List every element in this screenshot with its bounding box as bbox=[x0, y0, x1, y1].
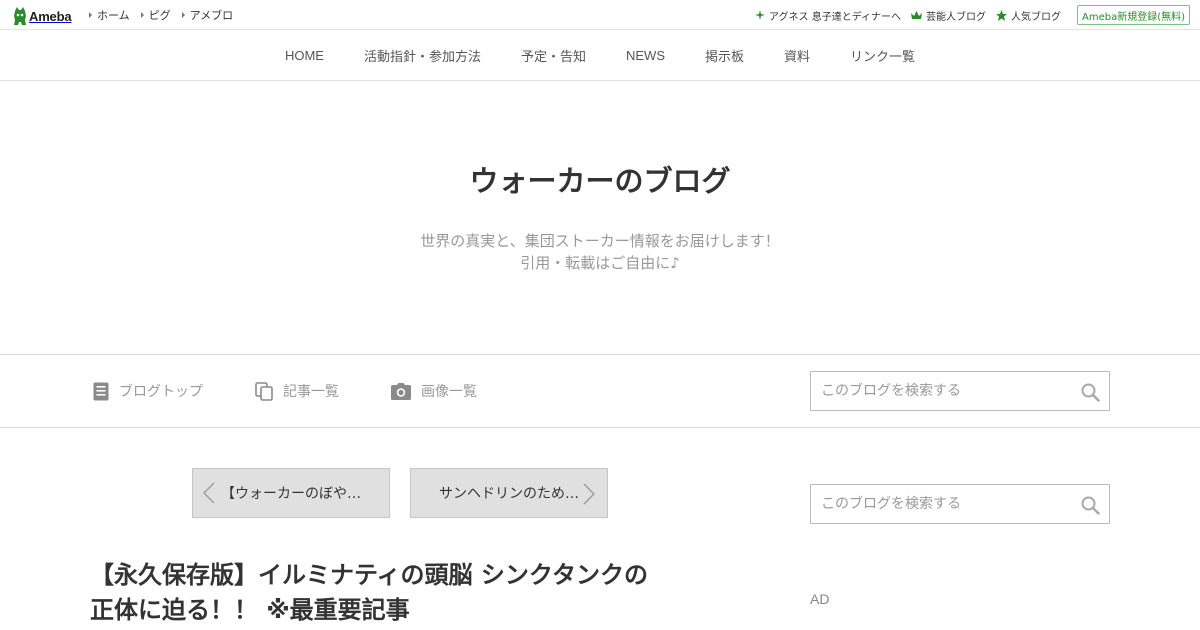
top-link-ameblo[interactable]: アメブロ bbox=[181, 7, 234, 23]
ameba-top-bar: Ameba ホーム ピグ アメブロ アグネス 息子達とディナーへ 芸能人ブログ … bbox=[0, 0, 1200, 30]
sub-nav-image-list[interactable]: 画像一覧 bbox=[391, 381, 477, 401]
sub-nav-blog-top[interactable]: ブログトップ bbox=[93, 381, 203, 401]
next-article-link[interactable]: サンヘドリンのため… bbox=[410, 468, 608, 518]
document-icon bbox=[93, 382, 109, 401]
chevron-right-icon bbox=[583, 483, 595, 505]
top-link-home[interactable]: ホーム bbox=[89, 7, 130, 23]
prev-article-title: 【ウォーカーのぼや… bbox=[221, 486, 361, 502]
chevron-left-icon bbox=[203, 482, 215, 504]
top-link-label: 人気ブログ bbox=[1011, 11, 1061, 23]
sub-nav-label: 画像一覧 bbox=[421, 384, 477, 400]
blog-nav-guidelines[interactable]: 活動指針・参加方法 bbox=[364, 46, 481, 65]
blog-description-line: 引用・転載はご自由に♪ bbox=[520, 254, 680, 272]
article-title-line: 正体に迫る！！ ※最重要記事 bbox=[90, 596, 410, 624]
sub-nav-article-list[interactable]: 記事一覧 bbox=[255, 381, 339, 401]
search-icon[interactable] bbox=[1079, 494, 1101, 516]
crown-icon bbox=[911, 10, 922, 20]
article-title-line: 【永久保存版】イルミナティの頭脳 シンクタンクの bbox=[90, 561, 648, 589]
top-nav-left: ホーム ピグ アメブロ bbox=[89, 0, 244, 30]
article-title[interactable]: 【永久保存版】イルミナティの頭脳 シンクタンクの 正体に迫る！！ ※最重要記事 bbox=[90, 558, 730, 628]
blog-nav-board[interactable]: 掲示板 bbox=[705, 46, 744, 65]
sub-nav-label: ブログトップ bbox=[119, 384, 203, 400]
ameba-logo[interactable]: Ameba bbox=[13, 6, 72, 26]
blog-nav-home[interactable]: HOME bbox=[285, 48, 324, 63]
triangle-right-icon bbox=[140, 12, 144, 18]
blog-search-box bbox=[810, 371, 1110, 411]
top-link-topic[interactable]: アグネス 息子達とディナーへ bbox=[755, 8, 901, 23]
search-icon[interactable] bbox=[1079, 381, 1101, 403]
sub-nav-label: 記事一覧 bbox=[283, 384, 339, 400]
next-article-title: サンヘドリンのため… bbox=[439, 486, 579, 502]
ameba-logo-text: Ameba bbox=[29, 8, 72, 24]
blog-nav-links[interactable]: リンク一覧 bbox=[850, 46, 915, 65]
top-link-celebrity-blog[interactable]: 芸能人ブログ bbox=[911, 8, 986, 23]
blog-description: 世界の真実と、集団ストーカー情報をお届けします！ 引用・転載はご自由に♪ bbox=[0, 230, 1200, 274]
copy-icon bbox=[255, 381, 273, 401]
sparkle-icon bbox=[755, 10, 766, 20]
camera-icon bbox=[391, 382, 411, 400]
blog-sub-nav: ブログトップ 記事一覧 画像一覧 bbox=[93, 355, 529, 427]
top-link-label: アメブロ bbox=[189, 9, 234, 22]
blog-nav-schedule[interactable]: 予定・告知 bbox=[521, 46, 586, 65]
blog-sub-bar: ブログトップ 記事一覧 画像一覧 bbox=[0, 354, 1200, 428]
triangle-right-icon bbox=[89, 12, 92, 18]
blog-title[interactable]: ウォーカーのブログ bbox=[0, 158, 1200, 200]
top-link-label: アグネス 息子達とディナーへ bbox=[769, 11, 901, 23]
prev-article-link[interactable]: 【ウォーカーのぼや… bbox=[192, 468, 390, 518]
triangle-right-icon bbox=[181, 12, 185, 18]
blog-search-input[interactable] bbox=[811, 372, 1066, 410]
sidebar-search-box bbox=[810, 484, 1110, 524]
top-link-label: ピグ bbox=[148, 9, 171, 22]
ameba-mascot-icon bbox=[14, 7, 26, 25]
top-link-popular-blog[interactable]: 人気ブログ bbox=[996, 8, 1061, 23]
blog-description-line: 世界の真実と、集団ストーカー情報をお届けします！ bbox=[420, 232, 780, 250]
blog-nav: HOME 活動指針・参加方法 予定・告知 NEWS 掲示板 資料 リンク一覧 bbox=[0, 30, 1200, 81]
blog-nav-materials[interactable]: 資料 bbox=[784, 46, 810, 65]
register-button[interactable]: Ameba新規登録(無料) bbox=[1077, 5, 1190, 25]
blog-nav-news[interactable]: NEWS bbox=[626, 48, 665, 63]
sidebar-search-input[interactable] bbox=[811, 485, 1066, 523]
star-icon bbox=[996, 9, 1007, 21]
top-link-pigg[interactable]: ピグ bbox=[140, 7, 171, 23]
top-link-label: ホーム bbox=[97, 9, 130, 22]
top-nav-right: アグネス 息子達とディナーへ 芸能人ブログ 人気ブログ bbox=[745, 0, 1061, 30]
ad-label: AD bbox=[810, 591, 830, 607]
top-link-label: 芸能人ブログ bbox=[926, 11, 986, 23]
